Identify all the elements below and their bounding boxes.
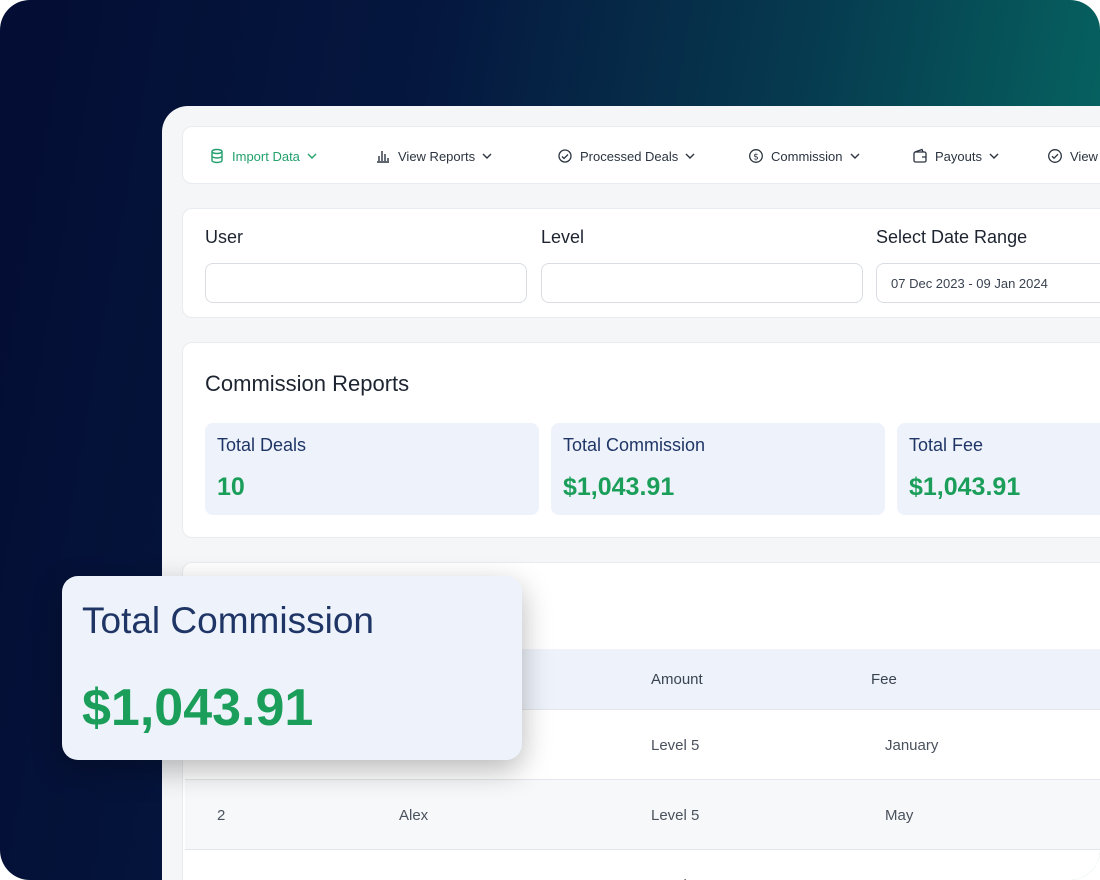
nav-view-label: View	[1070, 148, 1098, 164]
top-nav: Import Data View Reports Processed Deals…	[182, 126, 1100, 184]
stat-value: $1,043.91	[563, 473, 675, 501]
dollar-circle-icon: $	[749, 149, 763, 163]
cell-fee: May	[885, 850, 913, 880]
nav-processed-deals-label: Processed Deals	[580, 148, 679, 164]
nav-import-data[interactable]: Import Data	[209, 127, 318, 185]
column-header-fee[interactable]: Fee	[871, 649, 897, 709]
chevron-down-icon	[989, 153, 999, 159]
highlight-value: $1,043.91	[82, 679, 314, 737]
cell-number: 3	[217, 850, 225, 880]
cell-amount: Level 5	[651, 736, 700, 754]
cell-name: Alex	[399, 806, 429, 824]
wallet-icon	[913, 148, 927, 163]
cell-fee: January	[885, 736, 939, 754]
nav-commission-label: Commission	[771, 148, 843, 164]
chevron-down-icon	[307, 153, 317, 159]
cell-amount: Level 5	[651, 806, 700, 824]
cell-name: Zac	[399, 850, 424, 880]
level-label: Level	[541, 227, 585, 247]
nav-view-reports-label: View Reports	[398, 148, 476, 164]
filters-panel: User Level Select Date Range 07 Dec 2023…	[182, 208, 1100, 318]
handshake-icon	[558, 149, 572, 163]
user-input[interactable]	[205, 263, 527, 303]
bar-chart-icon	[377, 151, 389, 163]
stat-value: $1,043.91	[909, 473, 1021, 501]
date-range-value: 07 Dec 2023 - 09 Jan 2024	[891, 275, 1048, 291]
nav-processed-deals[interactable]: Processed Deals	[557, 127, 696, 185]
stat-label: Total Deals	[217, 435, 307, 455]
nav-payouts-label: Payouts	[935, 148, 982, 164]
highlight-title: Total Commission	[82, 600, 374, 641]
level-input[interactable]	[541, 263, 863, 303]
nav-view-reports[interactable]: View Reports	[375, 127, 493, 185]
total-commission-highlight-card: Total Commission $1,043.91	[62, 576, 522, 760]
chevron-down-icon	[685, 153, 695, 159]
date-range-input[interactable]: 07 Dec 2023 - 09 Jan 2024	[876, 263, 1100, 303]
cell-number: 2	[217, 806, 226, 824]
table-row[interactable]: 2 Alex Level 5 May	[185, 779, 1100, 849]
nav-import-data-label: Import Data	[232, 148, 300, 164]
date-range-label: Select Date Range	[876, 227, 1028, 247]
stat-label: Total Commission	[563, 435, 706, 455]
cell-fee: May	[885, 806, 914, 824]
check-circle-icon	[1048, 149, 1062, 163]
commission-reports-panel: Commission Reports Total Deals 10 Total …	[182, 342, 1100, 538]
reports-title: Commission Reports	[205, 371, 410, 396]
chevron-down-icon	[482, 153, 492, 159]
stat-label: Total Fee	[909, 435, 984, 455]
column-header-amount[interactable]: Amount	[651, 649, 703, 709]
cell-amount: Level 5	[651, 850, 699, 880]
stat-card-total-fee: Total Fee $1,043.91	[897, 423, 1100, 515]
user-label: User	[205, 227, 244, 247]
database-icon	[211, 148, 223, 164]
svg-text:$: $	[753, 152, 759, 162]
nav-payouts[interactable]: Payouts	[912, 127, 1000, 185]
app-window: Import Data View Reports Processed Deals…	[162, 106, 1100, 880]
stat-value: 10	[217, 473, 245, 501]
stat-card-total-commission: Total Commission $1,043.91	[551, 423, 885, 515]
nav-view[interactable]: View	[1047, 127, 1098, 185]
stat-card-total-deals: Total Deals 10	[205, 423, 539, 515]
table-row[interactable]: 3 Zac Level 5 May	[185, 849, 1100, 880]
chevron-down-icon	[850, 153, 860, 159]
background-stage: Import Data View Reports Processed Deals…	[0, 0, 1100, 880]
nav-commission[interactable]: $ Commission	[748, 127, 861, 185]
